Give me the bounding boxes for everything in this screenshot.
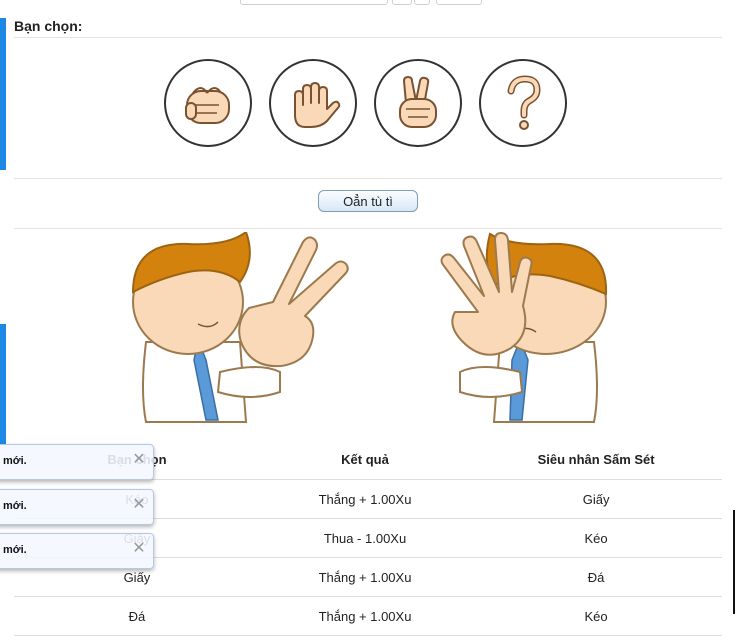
paper-hand-icon (294, 82, 341, 128)
toast-text: mới. (3, 500, 27, 512)
choice-random[interactable] (479, 59, 567, 147)
close-icon[interactable]: ✕ (131, 496, 147, 514)
close-icon[interactable]: ✕ (131, 540, 147, 558)
top-select[interactable] (240, 0, 388, 5)
divider-middle (14, 178, 722, 179)
row-opponent-choice: Kéo (470, 518, 722, 558)
row-opponent-choice: Đá (470, 557, 722, 597)
choice-paper[interactable] (269, 59, 357, 147)
divider-top (14, 37, 722, 38)
top-input[interactable] (436, 0, 482, 5)
top-button-2[interactable] (414, 0, 430, 5)
toast-text: mới. (3, 544, 27, 556)
toast-notification: mới. ✕ (0, 444, 154, 480)
row-result: Thắng + 1.00Xu (259, 596, 471, 636)
toast-notification: mới. ✕ (0, 533, 154, 569)
close-icon[interactable]: ✕ (131, 451, 147, 469)
play-button[interactable]: Oẳn tù tì (318, 190, 418, 212)
row-result: Thắng + 1.00Xu (259, 557, 471, 597)
right-character (440, 232, 608, 423)
accent-bar-bottom (0, 324, 6, 444)
accent-bar-top (0, 18, 6, 170)
choice-rock[interactable] (164, 59, 252, 147)
rock-hand-icon (185, 87, 230, 124)
left-character (131, 232, 349, 423)
row-your-choice: Đá (14, 596, 260, 636)
row-opponent-choice: Giấy (470, 479, 722, 519)
page-title: Bạn chọn: (14, 18, 83, 34)
scissors-hand-icon (399, 76, 437, 128)
row-result: Thua - 1.00Xu (259, 518, 471, 558)
question-mark-icon (507, 75, 541, 130)
table-row: Đá Thắng + 1.00Xu Kéo (14, 596, 722, 636)
battle-scene-illustration (131, 232, 608, 423)
header-result: Kết quả (259, 440, 471, 480)
row-opponent-choice: Kéo (470, 596, 722, 636)
choice-scissors[interactable] (374, 59, 462, 147)
top-button-1[interactable] (392, 0, 412, 5)
toast-text: mới. (3, 455, 27, 467)
divider-scene (14, 228, 722, 229)
header-opponent: Siêu nhân Sấm Sét (470, 440, 722, 480)
row-result: Thắng + 1.00Xu (259, 479, 471, 519)
toast-notification: mới. ✕ (0, 489, 154, 525)
